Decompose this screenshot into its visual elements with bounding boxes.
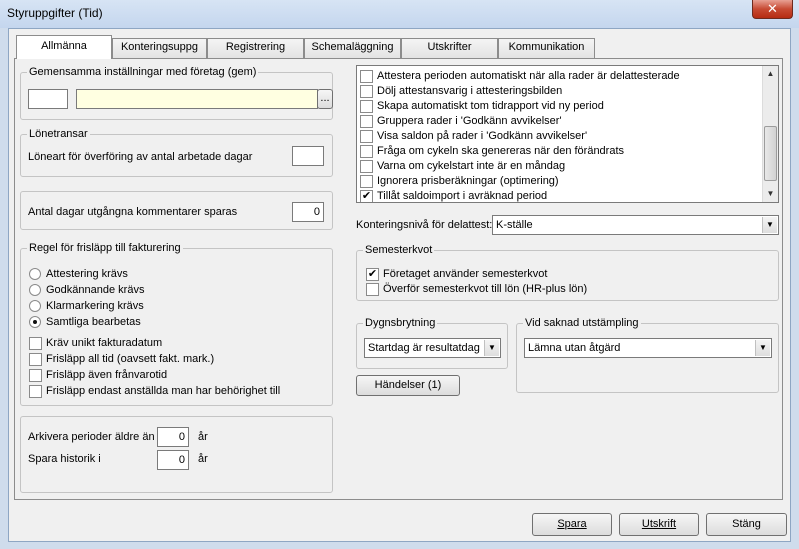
save-button[interactable]: Spara xyxy=(532,513,612,536)
radio-attestering[interactable] xyxy=(29,268,41,280)
group-arkiv: Arkivera perioder äldre än 0 år Spara hi… xyxy=(20,416,333,493)
kontering-value: K-ställe xyxy=(496,219,533,231)
group-dygn: Dygnsbrytning Startdag är resultatdag ▼ xyxy=(356,317,508,369)
check-all-tid-label: Frisläpp all tid (oavsett fakt. mark.) xyxy=(46,353,215,365)
tab-allmanna[interactable]: Allmänna xyxy=(16,35,112,59)
window-title: Styruppgifter (Tid) xyxy=(7,6,103,20)
close-button[interactable]: Stäng xyxy=(706,513,787,536)
group-gem-title: Gemensamma inställningar med företag (ge… xyxy=(27,66,259,79)
dygn-value: Startdag är resultatdag xyxy=(368,342,480,354)
list-item[interactable]: Attestera perioden automatiskt när alla … xyxy=(360,69,760,84)
option-checkbox[interactable] xyxy=(360,130,373,143)
radio-samtliga[interactable] xyxy=(29,316,41,328)
loneart-input[interactable] xyxy=(292,146,324,166)
tab-kommunikation[interactable]: Kommunikation xyxy=(498,38,595,58)
group-lonetransar: Lönetransar Löneart för överföring av an… xyxy=(20,128,333,177)
dygn-select[interactable]: Startdag är resultatdag ▼ xyxy=(364,338,501,358)
saknad-select[interactable]: Lämna utan åtgärd ▼ xyxy=(524,338,772,358)
check-all-tid[interactable] xyxy=(29,353,42,366)
close-window-button[interactable]: ✕ xyxy=(752,0,793,19)
close-icon: ✕ xyxy=(767,1,778,16)
group-semester-title: Semesterkvot xyxy=(363,244,435,257)
option-checkbox[interactable] xyxy=(360,160,373,173)
radio-klarmarkering[interactable] xyxy=(29,300,41,312)
check-behorighet[interactable] xyxy=(29,385,42,398)
chevron-down-icon[interactable]: ▼ xyxy=(762,217,777,233)
scroll-down-icon[interactable]: ▼ xyxy=(763,186,778,202)
option-checkbox[interactable] xyxy=(360,100,373,113)
check-overfor-semesterkvot-label: Överför semesterkvot till lön (HR-plus l… xyxy=(383,283,588,295)
options-scrollbar[interactable]: ▲ ▼ xyxy=(762,66,778,202)
check-behorighet-label: Frisläpp endast anställda man har behöri… xyxy=(46,385,281,397)
check-semesterkvot-label: Företaget använder semesterkvot xyxy=(383,268,548,280)
kommentarer-days-input[interactable]: 0 xyxy=(292,202,324,222)
handelser-button[interactable]: Händelser (1) xyxy=(356,375,460,396)
list-item[interactable]: Visa saldon på rader i 'Godkänn avvikels… xyxy=(360,129,760,144)
arkiv-label: Arkivera perioder äldre än xyxy=(28,431,155,443)
group-kommentarer: Antal dagar utgångna kommentarer sparas … xyxy=(20,191,333,230)
tab-utskrifter[interactable]: Utskrifter xyxy=(401,38,498,58)
kommentarer-label: Antal dagar utgångna kommentarer sparas xyxy=(28,206,238,218)
check-unikt-fakturadatum-label: Kräv unikt fakturadatum xyxy=(46,337,163,349)
group-saknad: Vid saknad utstämpling Lämna utan åtgärd… xyxy=(516,317,779,393)
list-item[interactable]: Fråga om cykeln ska genereras när den fö… xyxy=(360,144,760,159)
tab-panel-allmanna: Gemensamma inställningar med företag (ge… xyxy=(14,58,783,500)
tab-schemalaggning[interactable]: Schemaläggning xyxy=(304,38,401,58)
list-item[interactable]: ✔ Tillåt saldoimport i avräknad period xyxy=(360,189,760,202)
historik-unit: år xyxy=(198,453,208,465)
group-lonetransar-title: Lönetransar xyxy=(27,128,90,141)
arkiv-years-input[interactable]: 0 xyxy=(157,427,189,447)
gem-code-input[interactable] xyxy=(28,89,68,109)
group-semester: Semesterkvot ✔ Företaget använder semest… xyxy=(356,244,779,301)
option-checkbox[interactable] xyxy=(360,175,373,188)
list-item[interactable]: Varna om cykelstart inte är en måndag xyxy=(360,159,760,174)
check-franvarotid[interactable] xyxy=(29,369,42,382)
check-unikt-fakturadatum[interactable] xyxy=(29,337,42,350)
gem-name-input[interactable] xyxy=(76,89,318,109)
group-regel: Regel för frisläpp till fakturering Atte… xyxy=(20,242,333,406)
group-regel-title: Regel för frisläpp till fakturering xyxy=(27,242,183,255)
tab-konteringsuppg[interactable]: Konteringsuppg xyxy=(112,38,207,58)
list-item[interactable]: Skapa automatiskt tom tidrapport vid ny … xyxy=(360,99,760,114)
historik-years-input[interactable]: 0 xyxy=(157,450,189,470)
group-saknad-title: Vid saknad utstämpling xyxy=(523,317,641,330)
list-item[interactable]: Ignorera prisberäkningar (optimering) xyxy=(360,174,760,189)
chevron-down-icon[interactable]: ▼ xyxy=(755,340,770,356)
radio-klarmarkering-label: Klarmarkering krävs xyxy=(46,300,144,312)
radio-samtliga-label: Samtliga bearbetas xyxy=(46,316,141,328)
group-gem: Gemensamma inställningar med företag (ge… xyxy=(20,66,333,120)
title-bar: Styruppgifter (Tid) ✕ xyxy=(0,0,799,28)
loneart-label: Löneart för överföring av antal arbetade… xyxy=(28,151,253,163)
radio-godkannande-label: Godkännande krävs xyxy=(46,284,145,296)
group-dygn-title: Dygnsbrytning xyxy=(363,317,438,330)
check-semesterkvot[interactable]: ✔ xyxy=(366,268,379,281)
saknad-value: Lämna utan åtgärd xyxy=(528,342,621,354)
check-franvarotid-label: Frisläpp även frånvarotid xyxy=(46,369,168,381)
radio-attestering-label: Attestering krävs xyxy=(46,268,128,280)
option-checkbox[interactable] xyxy=(360,85,373,98)
historik-label: Spara historik i xyxy=(28,453,101,465)
option-checkbox[interactable] xyxy=(360,115,373,128)
scroll-thumb[interactable] xyxy=(764,126,777,181)
scroll-up-icon[interactable]: ▲ xyxy=(763,66,778,82)
chevron-down-icon[interactable]: ▼ xyxy=(484,340,499,356)
arkiv-unit: år xyxy=(198,431,208,443)
check-overfor-semesterkvot[interactable] xyxy=(366,283,379,296)
options-list[interactable]: Attestera perioden automatiskt när alla … xyxy=(356,65,779,203)
kontering-select[interactable]: K-ställe ▼ xyxy=(492,215,779,235)
option-checkbox[interactable]: ✔ xyxy=(360,190,373,202)
radio-godkannande[interactable] xyxy=(29,284,41,296)
print-button[interactable]: Utskrift xyxy=(619,513,699,536)
gem-browse-button[interactable]: ... xyxy=(317,89,333,109)
option-checkbox[interactable] xyxy=(360,145,373,158)
option-checkbox[interactable] xyxy=(360,70,373,83)
list-item[interactable]: Dölj attestansvarig i attesteringsbilden xyxy=(360,84,760,99)
dialog-client: Allmänna Konteringsuppg Registrering Sch… xyxy=(8,28,791,542)
tab-registrering[interactable]: Registrering xyxy=(207,38,304,58)
kontering-label: Konteringsnivå för delattest: xyxy=(356,219,493,231)
list-item[interactable]: Gruppera rader i 'Godkänn avvikelser' xyxy=(360,114,760,129)
